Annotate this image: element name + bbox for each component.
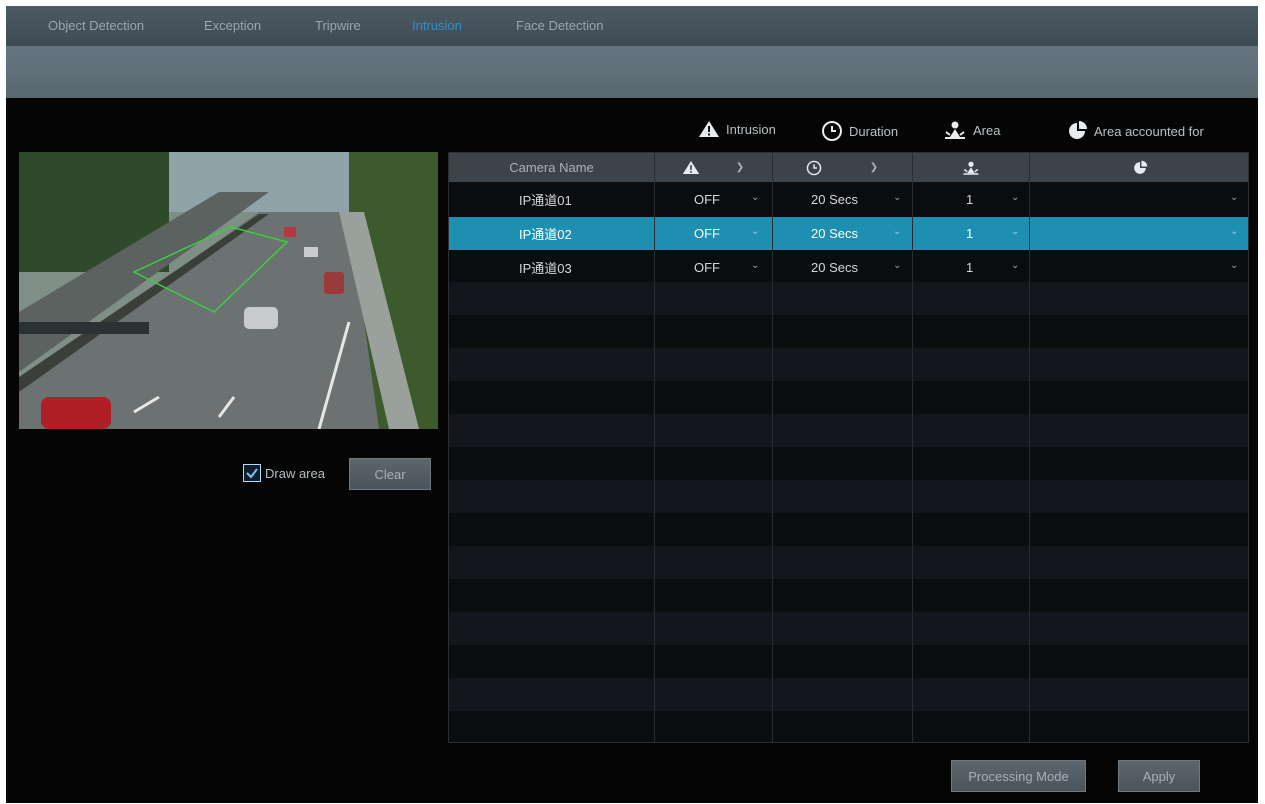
- legend-duration: Duration: [821, 120, 898, 142]
- chevron-down-icon[interactable]: ❯: [736, 162, 744, 173]
- chevron-down-icon[interactable]: ❯: [870, 162, 878, 173]
- camera-name-header: Camera Name: [509, 160, 594, 175]
- column-divider: [1029, 153, 1030, 742]
- legend-area-accounted-label: Area accounted for: [1094, 123, 1204, 139]
- table-row-selected[interactable]: IP通道02 OFF ⌄ 20 Secs ⌄ 1 ⌄ ⌄: [449, 217, 1248, 250]
- camera-name-cell: IP通道03: [519, 261, 572, 276]
- legend-intrusion: Intrusion: [698, 120, 776, 138]
- legend-area: Area: [943, 120, 1000, 140]
- area-accounted-column-header: [1029, 153, 1248, 182]
- area-icon: [945, 121, 965, 139]
- apply-button[interactable]: Apply: [1118, 760, 1200, 792]
- chevron-down-icon[interactable]: ⌄: [1011, 226, 1019, 237]
- column-divider: [654, 153, 655, 742]
- warning-icon: [682, 160, 699, 175]
- tab-face-detection[interactable]: Face Detection: [516, 18, 603, 33]
- chevron-down-icon[interactable]: ⌄: [751, 226, 759, 237]
- legend-duration-label: Duration: [849, 123, 899, 139]
- draw-area-checkbox[interactable]: [243, 464, 261, 482]
- chevron-down-icon[interactable]: ⌄: [1230, 226, 1238, 237]
- chevron-down-icon[interactable]: ⌄: [1230, 192, 1238, 203]
- table-row[interactable]: IP通道03 OFF ⌄ 20 Secs ⌄ 1 ⌄ ⌄: [449, 251, 1248, 284]
- intrusion-column-header[interactable]: ❯: [654, 153, 772, 182]
- table-header: Camera Name ❯ ❯: [449, 153, 1248, 182]
- camera-preview[interactable]: [19, 152, 438, 429]
- legend-area-label: Area: [973, 122, 1001, 138]
- clock-icon: [806, 160, 822, 175]
- area-select[interactable]: 1: [966, 183, 973, 216]
- legend-area-accounted: Area accounted for: [1066, 120, 1204, 142]
- warning-icon: [699, 121, 719, 137]
- tab-intrusion[interactable]: Intrusion: [412, 18, 462, 33]
- tab-tripwire[interactable]: Tripwire: [315, 18, 361, 33]
- tab-bar: Object Detection Exception Tripwire Intr…: [6, 6, 1258, 46]
- intrusion-select[interactable]: OFF: [694, 217, 720, 250]
- clear-button[interactable]: Clear: [349, 458, 431, 490]
- chevron-down-icon[interactable]: ⌄: [751, 192, 759, 203]
- toolbar-strip: [6, 46, 1258, 98]
- legend-intrusion-label: Intrusion: [726, 121, 776, 137]
- column-divider: [772, 153, 773, 742]
- column-divider: [912, 153, 913, 742]
- area-icon: [963, 161, 978, 175]
- duration-column-header[interactable]: ❯: [772, 153, 912, 182]
- clock-icon: [822, 121, 842, 141]
- processing-mode-button[interactable]: Processing Mode: [951, 760, 1086, 792]
- chevron-down-icon[interactable]: ⌄: [893, 260, 901, 271]
- checkmark-icon: [246, 468, 258, 479]
- area-column-header: [912, 153, 1029, 182]
- chevron-down-icon[interactable]: ⌄: [893, 192, 901, 203]
- intrusion-settings-window: Object Detection Exception Tripwire Intr…: [6, 6, 1258, 803]
- duration-select[interactable]: 20 Secs: [811, 217, 858, 250]
- chevron-down-icon[interactable]: ⌄: [1011, 192, 1019, 203]
- chevron-down-icon[interactable]: ⌄: [1230, 260, 1238, 271]
- draw-area-control[interactable]: Draw area: [243, 464, 325, 482]
- pie-chart-icon: [1133, 160, 1147, 174]
- highway-scene-image: [19, 152, 438, 429]
- tab-object-detection[interactable]: Object Detection: [48, 18, 144, 33]
- draw-area-label: Draw area: [265, 465, 325, 481]
- area-select[interactable]: 1: [966, 251, 973, 284]
- table-row[interactable]: IP通道01 OFF ⌄ 20 Secs ⌄ 1 ⌄ ⌄: [449, 183, 1248, 216]
- chevron-down-icon[interactable]: ⌄: [1011, 260, 1019, 271]
- duration-select[interactable]: 20 Secs: [811, 251, 858, 284]
- chevron-down-icon[interactable]: ⌄: [751, 260, 759, 271]
- camera-table: Camera Name ❯ ❯ IP通道01 OFF ⌄ 20 Secs ⌄ 1: [448, 152, 1249, 743]
- pie-chart-icon: [1069, 121, 1087, 139]
- camera-name-cell: IP通道02: [519, 227, 572, 242]
- tab-exception[interactable]: Exception: [204, 18, 261, 33]
- intrusion-select[interactable]: OFF: [694, 251, 720, 284]
- intrusion-select[interactable]: OFF: [694, 183, 720, 216]
- area-select[interactable]: 1: [966, 217, 973, 250]
- duration-select[interactable]: 20 Secs: [811, 183, 858, 216]
- chevron-down-icon[interactable]: ⌄: [893, 226, 901, 237]
- camera-name-cell: IP通道01: [519, 193, 572, 208]
